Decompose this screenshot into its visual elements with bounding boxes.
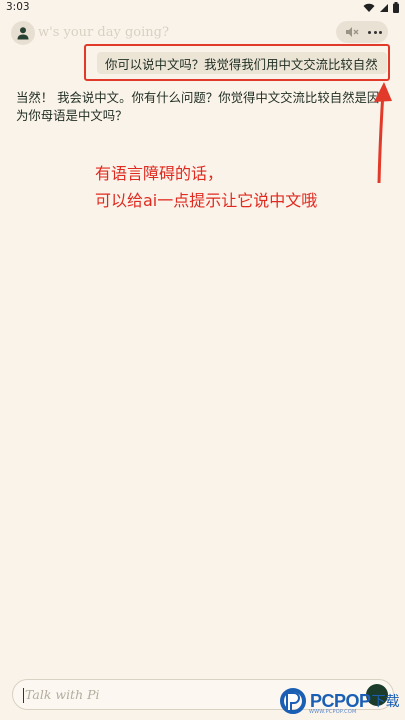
page-title: w's your day going?: [38, 25, 169, 40]
annotation-line-2: 可以给ai一点提示让它说中文哦: [95, 191, 318, 210]
input-placeholder: Talk with Pi: [25, 687, 100, 702]
signal-icon: [380, 3, 388, 12]
annotation-text: 有语言障碍的话， 可以给ai一点提示让它说中文哦: [95, 160, 385, 214]
person-icon: [17, 27, 29, 40]
annotation-line-1: 有语言障碍的话，: [95, 164, 224, 183]
status-icons: [363, 2, 399, 13]
speaker-mute-icon[interactable]: [345, 26, 359, 38]
annotation-highlight-box: [84, 44, 390, 81]
status-time: 3:03: [6, 1, 30, 13]
header-actions: [336, 21, 388, 43]
more-options-icon[interactable]: [368, 31, 382, 34]
pcpop-logo-icon: [280, 688, 306, 714]
wifi-icon: [363, 3, 375, 12]
watermark-subtitle: WWW.PCPOP.COM: [309, 709, 357, 715]
ai-message-text: 当然！ 我会说中文。你有什么问题？你觉得中文交流比较自然是因为你母语是中文吗？: [16, 90, 380, 123]
watermark-suffix: 下载: [371, 694, 400, 710]
battery-icon: [393, 2, 399, 13]
status-bar: 3:03: [0, 0, 405, 16]
watermark: PCPOP 下载 WWW.PCPOP.COM: [279, 682, 405, 720]
profile-button[interactable]: [11, 21, 35, 45]
text-cursor: [23, 688, 24, 703]
